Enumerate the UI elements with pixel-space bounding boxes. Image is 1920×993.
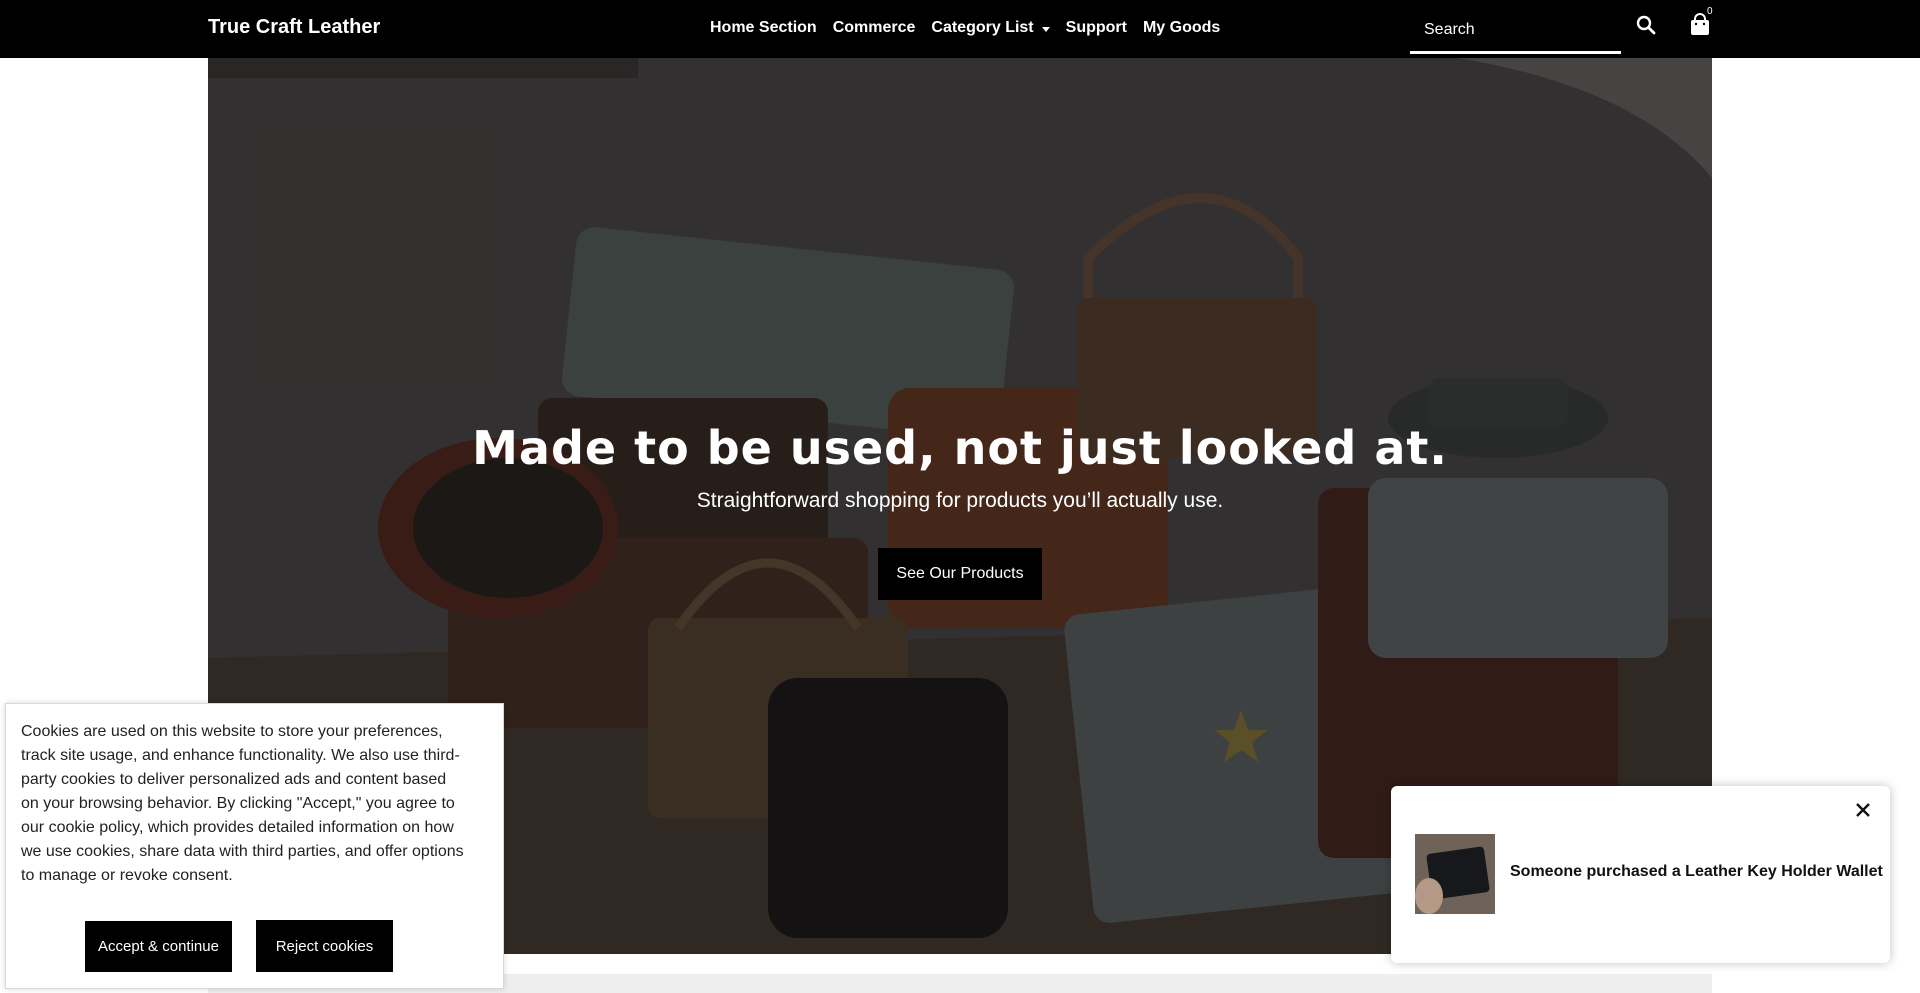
nav-label: Home Section [710, 19, 817, 36]
cart-count-badge: 0 [1707, 6, 1713, 17]
reject-cookies-button[interactable]: Reject cookies [256, 920, 393, 972]
nav-label: Category List [931, 19, 1034, 36]
nav-label: My Goods [1142, 19, 1221, 36]
cookie-consent-panel: Cookies are used on this website to stor… [5, 703, 504, 989]
nav-support[interactable]: Support [1066, 19, 1127, 37]
product-thumbnail[interactable] [1415, 834, 1495, 914]
main-nav: Home Section Commerce Category List Supp… [710, 19, 1236, 37]
nav-commerce[interactable]: Commerce [833, 19, 916, 37]
nav-label: Commerce [832, 19, 916, 36]
purchase-message: Someone purchased a Leather Key Holder W… [1510, 863, 1883, 880]
cookie-message: Cookies are used on this website to stor… [21, 723, 464, 884]
purchase-notification: Someone purchased a Leather Key Holder W… [1391, 786, 1890, 963]
close-icon[interactable] [1851, 798, 1875, 822]
hero-title: Made to be used, not just looked at. [472, 421, 1448, 475]
chevron-down-icon [1041, 26, 1050, 32]
accept-cookies-button[interactable]: Accept & continue [85, 921, 232, 972]
search-icon[interactable] [1635, 14, 1657, 36]
search-box [1410, 8, 1621, 54]
see-products-button[interactable]: See Our Products [878, 548, 1042, 600]
brand-logo[interactable]: True Craft Leather [208, 16, 380, 39]
site-header: True Craft Leather Home Section Commerce… [0, 0, 1920, 58]
nav-label: Support [1065, 19, 1127, 36]
nav-category-list[interactable]: Category List [931, 19, 1050, 37]
nav-my-goods[interactable]: My Goods [1143, 19, 1220, 37]
nav-home-section[interactable]: Home Section [710, 19, 817, 37]
search-input[interactable] [1410, 8, 1621, 51]
hero-subtitle: Straightforward shopping for products yo… [696, 489, 1224, 512]
